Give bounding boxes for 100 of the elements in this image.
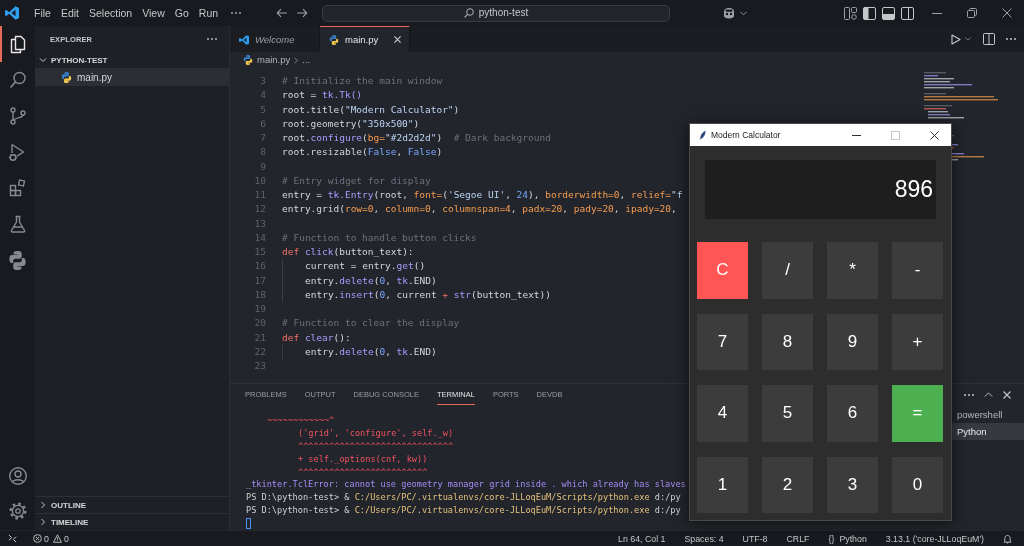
calculator-key[interactable]: 2 — [762, 456, 813, 513]
terminal-session-item[interactable]: Python — [952, 423, 1024, 440]
line-number: 6 — [259, 116, 266, 131]
layout-grid-icon[interactable] — [844, 6, 857, 20]
code-line: root.configure(bg="#2d2d2d") # Dark background — [282, 131, 551, 145]
line-number: 7 — [259, 131, 266, 145]
search-icon — [7, 70, 28, 90]
code-line: def click(button_text): — [282, 245, 414, 259]
menu-item[interactable]: Run — [193, 5, 224, 21]
calculator-key[interactable]: + — [892, 313, 943, 370]
python-icon — [61, 71, 72, 83]
calculator-key[interactable]: / — [762, 242, 813, 299]
status-item[interactable]: 3.13.1 ('core-JLLoqEuM') — [885, 533, 984, 544]
python-icon — [243, 55, 253, 65]
branch-icon — [7, 106, 28, 126]
terminal-line: ^^^^^^^^^^^^^^^^^^^^^^^^^^^^^^ — [298, 439, 454, 453]
line-number: 14 — [253, 230, 266, 245]
menu-item[interactable]: Go — [169, 5, 194, 21]
code-line: entry.delete(0, tk.END) — [305, 344, 437, 359]
chevron-down-icon[interactable] — [740, 10, 747, 16]
window-title: Modern Calculator — [711, 130, 781, 140]
line-number: 18 — [253, 287, 266, 302]
chevron-up-icon[interactable] — [984, 392, 993, 397]
menu-item[interactable]: File — [29, 5, 56, 21]
folder-item[interactable]: PYTHON-TEST — [35, 52, 229, 68]
menu-item[interactable]: Edit — [55, 5, 84, 21]
code-line: # Entry widget for display — [282, 173, 431, 188]
breadcrumb-item[interactable]: ... — [302, 54, 311, 66]
feather-icon — [699, 129, 706, 141]
robot-face-icon[interactable] — [722, 7, 736, 19]
status-item[interactable]: UTF-8 — [742, 533, 768, 544]
status-item[interactable]: CRLF — [786, 533, 810, 544]
calculator-key[interactable]: 3 — [827, 456, 878, 513]
forward-arrow-icon[interactable] — [296, 8, 308, 18]
bell-icon[interactable] — [1003, 533, 1012, 544]
settings-icon[interactable] — [7, 500, 28, 521]
line-number: 3 — [259, 74, 266, 88]
minimize-icon[interactable] — [851, 134, 861, 136]
terminal-line: ~~~~~~~~~~~~^ — [267, 414, 335, 427]
calculator-key[interactable]: 6 — [827, 385, 878, 442]
search-field[interactable]: python-test — [322, 4, 670, 22]
terminal-line: ('grid', 'configure', self._w) — [298, 426, 454, 440]
display-field[interactable]: 896 — [705, 160, 936, 219]
close-icon[interactable] — [929, 130, 939, 140]
code-line: entry.delete(0, tk.END) — [305, 273, 437, 288]
status-item[interactable]: Python — [839, 533, 867, 544]
calculator-key[interactable]: 4 — [697, 385, 748, 442]
code-line: root.title("Modern Calculator") — [282, 102, 460, 117]
remote-icon[interactable] — [8, 534, 17, 543]
line-number: 20 — [253, 316, 266, 331]
line-number: 10 — [253, 173, 266, 188]
left-pane-icon[interactable] — [863, 6, 876, 20]
terminal-session-item[interactable]: powershell — [952, 406, 1024, 423]
account-icon[interactable] — [7, 465, 28, 486]
calculator-key[interactable]: 1 — [697, 456, 748, 513]
calculator-key[interactable]: 5 — [762, 385, 813, 442]
code-line: # Initialize the main window — [282, 74, 443, 88]
calculator-key[interactable]: 7 — [697, 313, 748, 370]
code-line: current = entry.get() — [305, 259, 426, 274]
close-icon[interactable] — [1001, 8, 1012, 18]
code-line: # Function to handle button clicks — [282, 230, 477, 245]
code-line: entry.grid(row=0, column=0, columnspan=4, padx=20, pady=20, ipady=20, — [282, 202, 677, 217]
calculator-key[interactable]: 9 — [827, 313, 878, 370]
line-number: 12 — [253, 202, 266, 217]
code-line: root.resizable(False, False) — [282, 145, 443, 160]
error-icon[interactable] — [33, 534, 42, 543]
line-number: 9 — [259, 159, 266, 174]
status-item[interactable]: Spaces: 4 — [684, 533, 724, 544]
calculator-key[interactable]: * — [827, 242, 878, 299]
line-number: 15 — [253, 245, 266, 259]
line-number: 8 — [259, 145, 266, 160]
calculator-key[interactable]: 8 — [762, 313, 813, 370]
restore-icon[interactable] — [966, 8, 977, 18]
run-icon[interactable] — [951, 33, 961, 45]
chevron-down-icon[interactable] — [965, 37, 971, 41]
back-arrow-icon[interactable] — [276, 8, 288, 18]
extensions-icon — [7, 178, 28, 198]
menu-item[interactable]: View — [137, 5, 170, 21]
tree-item[interactable]: main.py — [35, 68, 229, 86]
right-pane-icon[interactable] — [901, 6, 914, 20]
status-item[interactable]: Ln 64, Col 1 — [618, 533, 666, 544]
code-line: root = tk.Tk() — [282, 88, 363, 103]
breadcrumb-item[interactable]: main.py — [257, 54, 291, 66]
warning-icon[interactable] — [52, 534, 62, 543]
bottom-pane-icon[interactable] — [882, 6, 895, 20]
menu-item[interactable]: Selection — [84, 5, 138, 21]
calculator-key[interactable]: 0 — [892, 456, 943, 513]
split-editor-icon[interactable] — [983, 33, 995, 45]
section-header[interactable]: OUTLINE — [35, 496, 229, 513]
editor-tab[interactable]: main.py — [320, 26, 410, 52]
more-icon[interactable] — [964, 393, 974, 396]
minimize-icon[interactable] — [931, 12, 942, 14]
error-count[interactable]: 0 — [44, 533, 49, 544]
calculator-key[interactable]: - — [892, 242, 943, 299]
code-line: root.geometry("350x500") — [282, 116, 420, 131]
chevron-right-icon — [294, 56, 299, 64]
code-line: entry.insert(0, current + str(button_text)) — [305, 287, 552, 302]
warning-count[interactable]: 0 — [63, 533, 69, 544]
python-icon — [8, 250, 27, 270]
code-line: # Function to clear the display — [282, 316, 460, 331]
